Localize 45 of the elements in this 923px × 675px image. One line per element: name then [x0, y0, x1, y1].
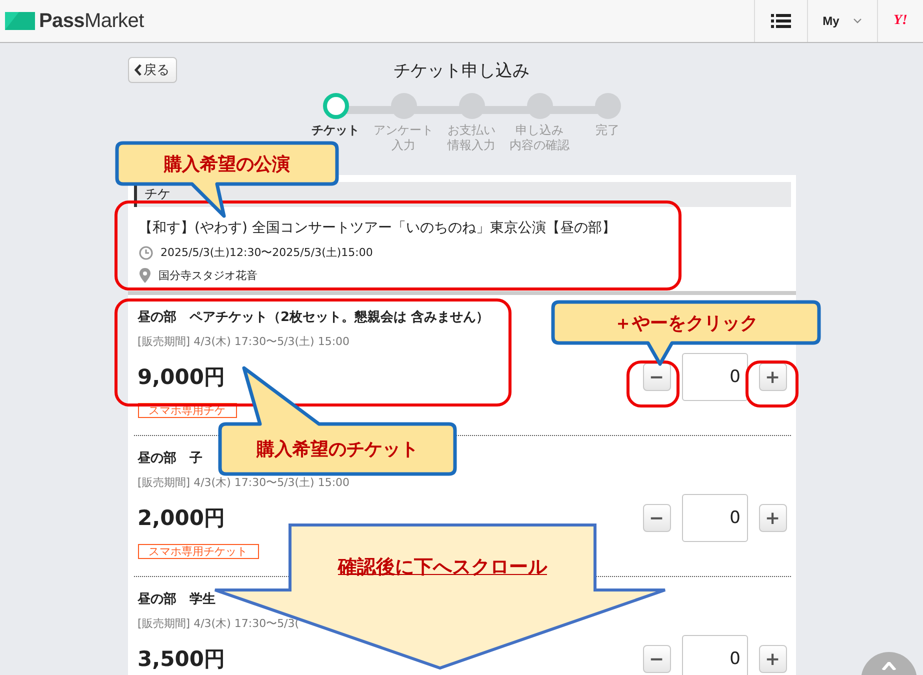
sales-period: [販売期間] 4/3(木) 17:30〜5/3(	[138, 616, 300, 631]
ticket-name: 昼の部 学生	[138, 590, 216, 608]
location-pin-icon	[138, 268, 150, 283]
annotation-text: 購入希望のチケット	[256, 438, 418, 461]
event-datetime: 2025/5/3(土)12:30〜2025/5/3(土)15:00	[160, 245, 373, 260]
event-venue: 国分寺スタジオ花音	[158, 268, 258, 283]
step-label: 申し込み 内容の確認	[510, 123, 570, 153]
ticket-price: 2,000円	[138, 506, 225, 530]
page-title: チケット申し込み	[394, 60, 530, 82]
step-label: 完了	[596, 123, 620, 138]
chevron-down-icon	[853, 18, 862, 24]
my-menu-button[interactable]: My	[807, 0, 877, 42]
annotation-text: ＋やーをクリック	[614, 312, 758, 334]
highlight-frame	[746, 360, 798, 408]
yahoo-link[interactable]: Y!	[877, 0, 923, 42]
ticket-price: 3,500円	[138, 647, 225, 671]
annotation-text: 確認後に下へスクロール	[338, 555, 547, 580]
smartphone-only-tag: スマホ専用チケット	[138, 544, 258, 559]
step-label: お支払い 情報入力	[448, 123, 496, 153]
ticket-price: 9,000円	[138, 365, 225, 389]
menu-icon	[771, 13, 791, 29]
sales-period: [販売期間] 4/3(木) 17:30〜5/3(土) 15:00	[138, 475, 350, 490]
minus-button[interactable]: −	[642, 645, 670, 673]
logo-text[interactable]: PassMarket	[39, 10, 144, 32]
logo-icon	[5, 12, 35, 30]
ticket-name: 昼の部 ペアチケット（2枚セット。懇親会は 含みません）	[138, 308, 490, 326]
chevron-left-icon	[134, 64, 142, 76]
minus-button[interactable]: −	[642, 363, 670, 391]
quantity-field[interactable]: 0	[682, 494, 748, 542]
step-label: チケット	[312, 123, 360, 138]
event-title: 【和す】(やわす) 全国コンサートツアー「いのちのね」東京公演【昼の部】	[138, 219, 617, 237]
clock-icon	[138, 246, 152, 260]
quantity-field[interactable]: 0	[682, 353, 748, 401]
ticket-name: 昼の部 子	[138, 450, 202, 467]
plus-button[interactable]: +	[758, 504, 786, 532]
annotation-text: 購入希望の公演	[164, 152, 290, 176]
highlight-frame	[626, 360, 680, 408]
step-label: アンケート 入力	[374, 123, 434, 153]
sales-period: [販売期間] 4/3(木) 17:30〜5/3(土) 15:00	[138, 334, 350, 349]
minus-button[interactable]: −	[642, 504, 670, 532]
back-button[interactable]: 戻る	[128, 57, 176, 83]
plus-button[interactable]: +	[758, 645, 786, 673]
plus-button[interactable]: +	[758, 363, 786, 391]
quantity-field[interactable]: 0	[682, 635, 748, 675]
caret-up-icon	[881, 662, 897, 670]
